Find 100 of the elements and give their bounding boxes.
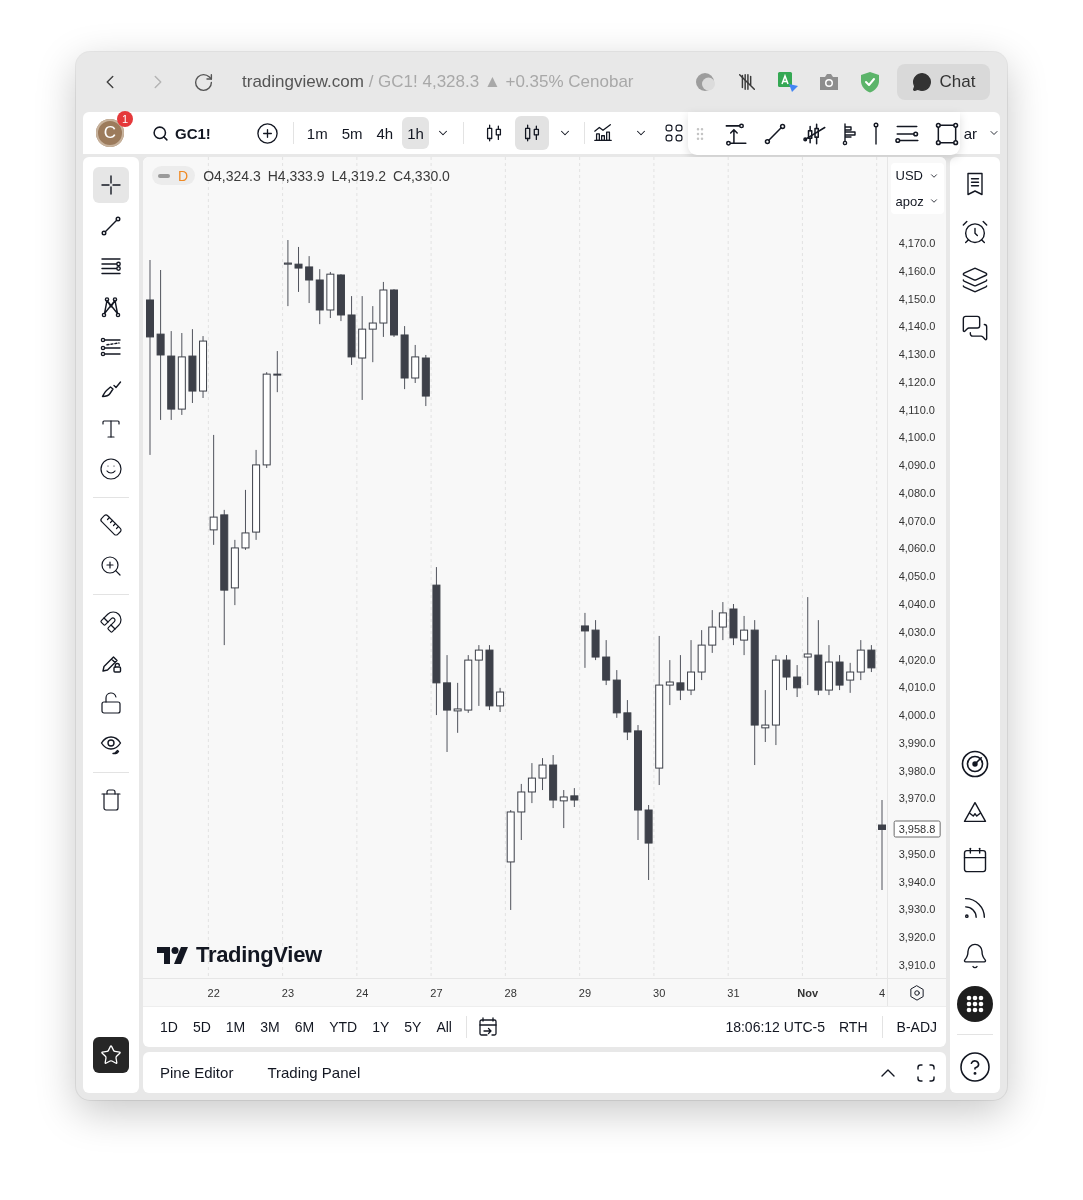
chart-style-button[interactable] — [514, 116, 549, 150]
price-tick-label: 4,170.0 — [898, 236, 936, 250]
candlestick — [379, 281, 388, 338]
crosshair-icon[interactable] — [99, 173, 123, 197]
candlestick — [517, 783, 526, 841]
rectangle-icon[interactable] — [934, 120, 960, 147]
candlestick — [697, 629, 706, 681]
user-avatar[interactable]: C — [96, 119, 124, 147]
range-button[interactable]: 5Y — [399, 1012, 427, 1042]
candlestick — [835, 654, 844, 691]
calendar-arrow-icon[interactable] — [476, 1015, 500, 1039]
candlestick — [729, 603, 738, 646]
price-tick-label: 4,000.0 — [898, 708, 936, 722]
price-tick-label: 3,910.0 — [898, 958, 936, 972]
panel-tab[interactable]: Pine Editor — [155, 1057, 239, 1088]
clock-text: 18:06:12 UTC-5 — [725, 1019, 825, 1035]
plus-circle-icon[interactable] — [255, 121, 279, 145]
current-price-label: 3,958.8 — [893, 820, 941, 838]
range-button[interactable]: 5D — [187, 1012, 216, 1042]
magnet-icon[interactable] — [99, 610, 123, 635]
timeframe-button[interactable]: 4h — [371, 117, 399, 149]
unit-dropdown[interactable]: apoz — [890, 188, 944, 214]
candlestick — [336, 273, 345, 322]
vertical-line-icon[interactable] — [872, 120, 880, 147]
price-tick-label: 3,930.0 — [898, 902, 936, 916]
range-button[interactable]: 3M — [255, 1012, 285, 1042]
candlestick — [612, 669, 621, 719]
ohlc-value: L4,319.2 — [331, 167, 387, 184]
price-tick-label: 4,020.0 — [898, 653, 936, 667]
range-button[interactable]: 1M — [220, 1012, 251, 1042]
chat-button[interactable]: Chat — [897, 64, 990, 100]
candlestick — [580, 612, 589, 669]
date-tick-label: 29 — [578, 986, 592, 999]
smiley-icon[interactable] — [99, 457, 123, 482]
price-tick-label: 4,050.0 — [898, 569, 936, 583]
logo-mark-icon — [157, 946, 188, 964]
range-button[interactable]: 1D — [155, 1012, 183, 1042]
currency-dropdown[interactable]: USD — [890, 163, 944, 189]
target-icon[interactable] — [960, 749, 990, 779]
toolbar-button-label[interactable]: ar — [963, 124, 977, 142]
date-tick-label: 23 — [281, 986, 295, 999]
date-tick-label: 27 — [430, 986, 443, 999]
candlestick — [411, 344, 420, 384]
indicators-icon[interactable] — [591, 122, 614, 144]
bar-pattern-icon[interactable] — [842, 120, 858, 147]
panel-tab[interactable]: Trading Panel — [262, 1057, 366, 1088]
candlestick — [527, 762, 536, 804]
grid-icon[interactable] — [663, 123, 684, 143]
range-button[interactable]: 1Y — [367, 1012, 395, 1042]
apps-grid-icon[interactable] — [957, 986, 993, 1022]
crossed-out-icon[interactable] — [736, 71, 758, 93]
session-button[interactable]: RTH — [834, 1012, 873, 1042]
settings-icon[interactable] — [908, 983, 926, 1002]
candlestick — [400, 325, 409, 390]
price-tick-label: 4,130.0 — [898, 347, 936, 361]
ohlc-value: H4,333.9 — [267, 167, 325, 184]
camera-icon[interactable] — [818, 72, 840, 92]
candlestick — [241, 489, 250, 551]
zoom-in-icon[interactable] — [99, 553, 123, 578]
timeframe-button[interactable]: 1h — [402, 117, 429, 149]
trash-icon[interactable] — [99, 788, 123, 813]
drawing-tool-button[interactable] — [93, 167, 129, 203]
price-tick-label: 3,940.0 — [898, 875, 936, 889]
candlestick — [485, 644, 494, 711]
candlestick — [867, 644, 876, 673]
alarm-clock-icon[interactable] — [961, 218, 989, 246]
range-button[interactable]: 6M — [289, 1012, 320, 1042]
star-icon[interactable] — [100, 1044, 122, 1066]
speech-bubble-icon[interactable] — [911, 72, 932, 92]
ohlc-value: C4,330.0 — [393, 167, 450, 184]
translate-icon[interactable] — [777, 71, 799, 93]
help-icon[interactable] — [959, 1051, 991, 1083]
bell-icon[interactable] — [961, 942, 989, 970]
ruler-icon[interactable] — [99, 513, 123, 538]
address-text[interactable]: tradingview.com / GC1! 4,328.3 ▲ +0.35% Cenobar — [242, 72, 695, 92]
candlestick — [846, 662, 855, 694]
shield-check-icon[interactable] — [859, 71, 881, 93]
search-icon[interactable] — [152, 124, 169, 142]
layers-icon[interactable] — [961, 266, 989, 294]
candlestick — [676, 654, 685, 701]
date-tick-label: Nov — [797, 986, 819, 999]
ohlc-value: O4,324.3 — [203, 167, 261, 184]
reload-icon[interactable] — [193, 71, 214, 93]
favorites-button[interactable] — [93, 1037, 129, 1073]
adjustment-button[interactable]: B-ADJ — [891, 1012, 942, 1042]
timeframe-button[interactable]: 5m — [336, 117, 368, 149]
candlestick — [305, 255, 314, 304]
calendar-icon[interactable] — [961, 846, 989, 874]
chat-bubbles-icon[interactable] — [961, 314, 989, 342]
symbol-search-button[interactable]: GC1! — [152, 124, 211, 142]
range-button[interactable]: YTD — [324, 1012, 363, 1042]
range-button[interactable]: All — [431, 1012, 457, 1042]
price-tick-label: 4,160.0 — [898, 264, 936, 278]
candlestick — [782, 654, 791, 691]
pattern-icon[interactable] — [99, 294, 123, 319]
date-tick-label: 4 — [878, 986, 886, 999]
timeframe-button[interactable]: 1m — [301, 117, 333, 149]
candlestick — [623, 699, 632, 741]
unlock-icon[interactable] — [99, 691, 123, 716]
candlestick — [538, 757, 547, 791]
